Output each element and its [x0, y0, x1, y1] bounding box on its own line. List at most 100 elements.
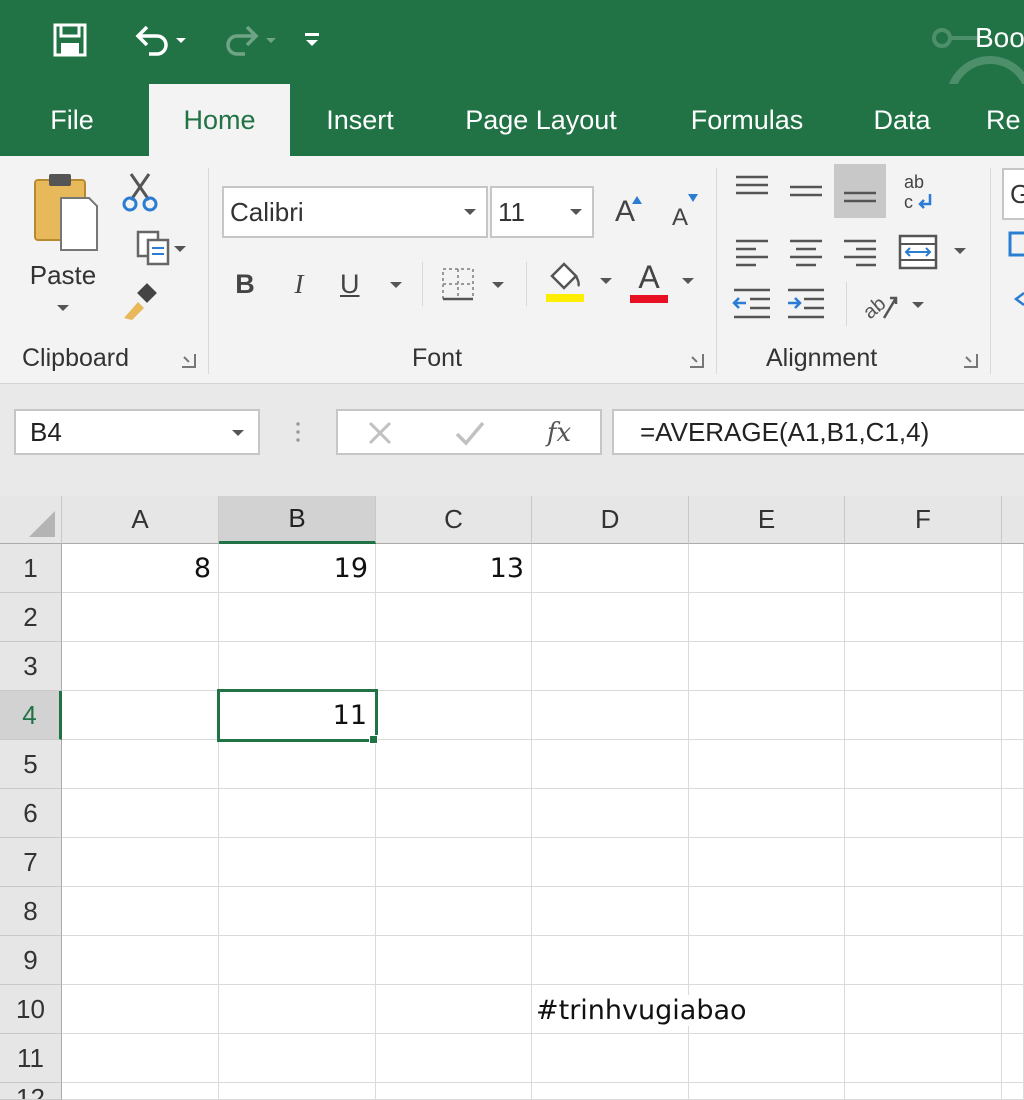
fill-color-dropdown-icon[interactable]: [600, 278, 612, 284]
grid-cell[interactable]: [845, 838, 1002, 887]
grid-cell[interactable]: [689, 789, 845, 838]
grid-cell[interactable]: [1002, 544, 1024, 593]
align-right-button[interactable]: [838, 228, 882, 276]
underline-button[interactable]: U: [334, 260, 410, 308]
grid-cell[interactable]: [376, 838, 532, 887]
active-cell-b4[interactable]: 11: [217, 689, 378, 742]
grid-cell[interactable]: [1002, 936, 1024, 985]
column-header-b[interactable]: B: [219, 496, 376, 544]
font-color-button[interactable]: A: [624, 254, 700, 310]
copy-button[interactable]: [116, 226, 192, 270]
save-button[interactable]: [48, 18, 92, 62]
paste-button[interactable]: Paste: [20, 170, 106, 330]
grid-cell[interactable]: [845, 544, 1002, 593]
grid-cell[interactable]: [219, 642, 376, 691]
grid-cell[interactable]: [219, 887, 376, 936]
grid-cell[interactable]: [219, 1034, 376, 1083]
grid-cell[interactable]: [689, 1083, 845, 1100]
format-painter-button[interactable]: [118, 280, 162, 324]
grid-cell[interactable]: [219, 985, 376, 1034]
grid-cell[interactable]: [532, 642, 689, 691]
grid-cell[interactable]: [689, 887, 845, 936]
grid-cell[interactable]: [376, 789, 532, 838]
grid-cell[interactable]: [689, 691, 845, 740]
cell-b1[interactable]: 19: [219, 544, 376, 593]
grid-cell[interactable]: [689, 838, 845, 887]
grid-cell[interactable]: [219, 1083, 376, 1100]
grid-cell[interactable]: [532, 740, 689, 789]
grid-cell[interactable]: [532, 838, 689, 887]
grid-cell[interactable]: [532, 1083, 689, 1100]
row-header-5[interactable]: 5: [0, 740, 62, 789]
grid-cell[interactable]: [1002, 1083, 1024, 1100]
bottom-align-button[interactable]: [834, 164, 886, 218]
insert-function-button[interactable]: fx: [534, 415, 584, 451]
undo-dropdown-icon[interactable]: [176, 38, 186, 43]
grid-cell[interactable]: [62, 936, 219, 985]
column-header-e[interactable]: E: [689, 496, 845, 544]
grid-cell[interactable]: [219, 936, 376, 985]
grid-cell[interactable]: [1002, 985, 1024, 1034]
clipboard-dialog-launcher-icon[interactable]: [182, 354, 196, 368]
grid-cell[interactable]: [62, 593, 219, 642]
grid-cell[interactable]: [1002, 887, 1024, 936]
grid-cell[interactable]: [1002, 1034, 1024, 1083]
grid-cell[interactable]: [689, 642, 845, 691]
grid-cell[interactable]: [845, 789, 1002, 838]
grid-cell[interactable]: [62, 1034, 219, 1083]
grid-cell[interactable]: [1002, 838, 1024, 887]
increase-font-size-button[interactable]: A: [604, 186, 646, 238]
grid-cell[interactable]: [62, 887, 219, 936]
decrease-font-size-button[interactable]: A: [660, 190, 700, 238]
underline-dropdown-icon[interactable]: [390, 282, 402, 288]
font-size-combo[interactable]: 11: [490, 186, 594, 238]
wrap-text-button[interactable]: ab c: [896, 164, 944, 220]
grid-cell[interactable]: [532, 544, 689, 593]
grid-cell[interactable]: [376, 691, 532, 740]
row-header-12[interactable]: 12: [0, 1083, 62, 1100]
grid-cell[interactable]: [845, 887, 1002, 936]
grid-cell[interactable]: [376, 985, 532, 1034]
number-format-combo[interactable]: G: [1002, 168, 1024, 220]
number-increase-icon[interactable]: [1006, 282, 1024, 318]
grid-cell[interactable]: [845, 691, 1002, 740]
grid-cell[interactable]: [376, 642, 532, 691]
grid-cell[interactable]: [845, 740, 1002, 789]
tab-page-layout[interactable]: Page Layout: [448, 84, 634, 156]
grid-cell[interactable]: [219, 740, 376, 789]
row-header-4[interactable]: 4: [0, 691, 62, 740]
align-left-button[interactable]: [730, 228, 774, 276]
grid-cell[interactable]: [689, 740, 845, 789]
orientation-dropdown-icon[interactable]: [912, 302, 924, 308]
alignment-dialog-launcher-icon[interactable]: [964, 354, 978, 368]
orientation-button[interactable]: ab: [858, 280, 928, 328]
grid-cell[interactable]: [219, 838, 376, 887]
bold-button[interactable]: B: [226, 260, 264, 308]
cut-button[interactable]: [118, 170, 162, 214]
grid-cell[interactable]: [62, 1083, 219, 1100]
grid-cell[interactable]: [532, 691, 689, 740]
decrease-indent-button[interactable]: [730, 280, 774, 328]
tab-review[interactable]: Re: [986, 84, 1024, 156]
merge-center-button[interactable]: [896, 228, 974, 276]
grid-cell[interactable]: [845, 936, 1002, 985]
grid-cell[interactable]: [62, 740, 219, 789]
grid-cell[interactable]: [532, 1034, 689, 1083]
fill-color-button[interactable]: [540, 254, 616, 310]
name-box-dropdown-icon[interactable]: [232, 430, 244, 436]
grid-cell[interactable]: [62, 789, 219, 838]
grid-cell[interactable]: [845, 593, 1002, 642]
grid-cell[interactable]: [532, 936, 689, 985]
grid-cell[interactable]: [376, 740, 532, 789]
conditional-format-button[interactable]: [1006, 226, 1024, 262]
font-color-dropdown-icon[interactable]: [682, 278, 694, 284]
tab-home[interactable]: Home: [149, 84, 290, 156]
formula-bar-resize-handle[interactable]: [296, 420, 300, 444]
align-center-button[interactable]: [784, 228, 828, 276]
grid-cell[interactable]: [376, 936, 532, 985]
grid-cell[interactable]: [1002, 740, 1024, 789]
grid-cell[interactable]: [845, 985, 1002, 1034]
redo-dropdown-icon[interactable]: [266, 38, 276, 43]
italic-button[interactable]: I: [280, 260, 318, 308]
borders-dropdown-icon[interactable]: [492, 282, 504, 288]
